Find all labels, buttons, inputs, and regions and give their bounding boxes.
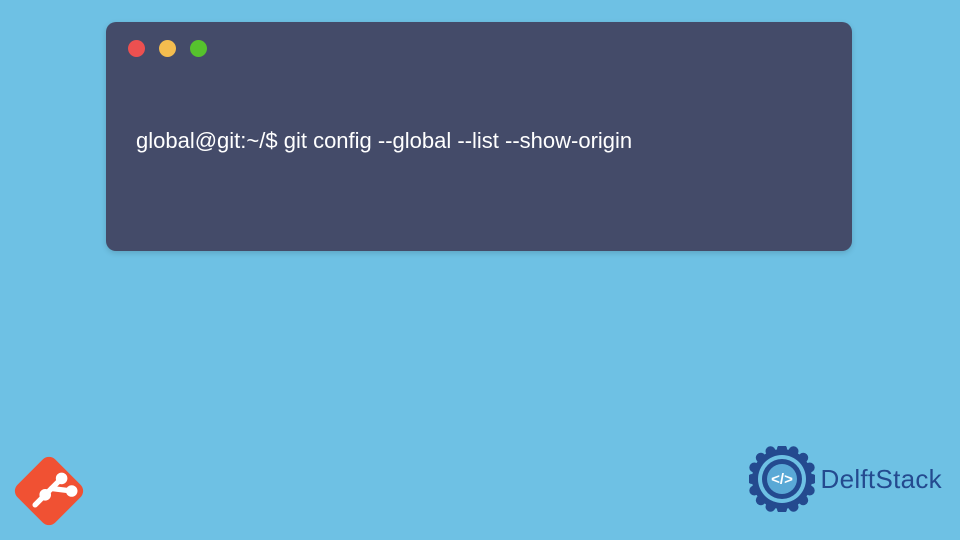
minimize-icon[interactable] (159, 40, 176, 57)
terminal-window: global@git:~/$ git config --global --lis… (106, 22, 852, 251)
svg-text:</>: </> (771, 471, 793, 488)
close-icon[interactable] (128, 40, 145, 57)
delftstack-label: DelftStack (821, 464, 943, 495)
shell-prompt: global@git:~/$ (136, 128, 278, 153)
window-controls (128, 40, 207, 57)
terminal-body[interactable]: global@git:~/$ git config --global --lis… (106, 82, 852, 251)
git-icon (8, 450, 90, 532)
medallion-icon: </> (749, 446, 815, 512)
shell-command: git config --global --list --show-origin (284, 128, 632, 153)
delftstack-logo: </> DelftStack (749, 446, 943, 512)
maximize-icon[interactable] (190, 40, 207, 57)
